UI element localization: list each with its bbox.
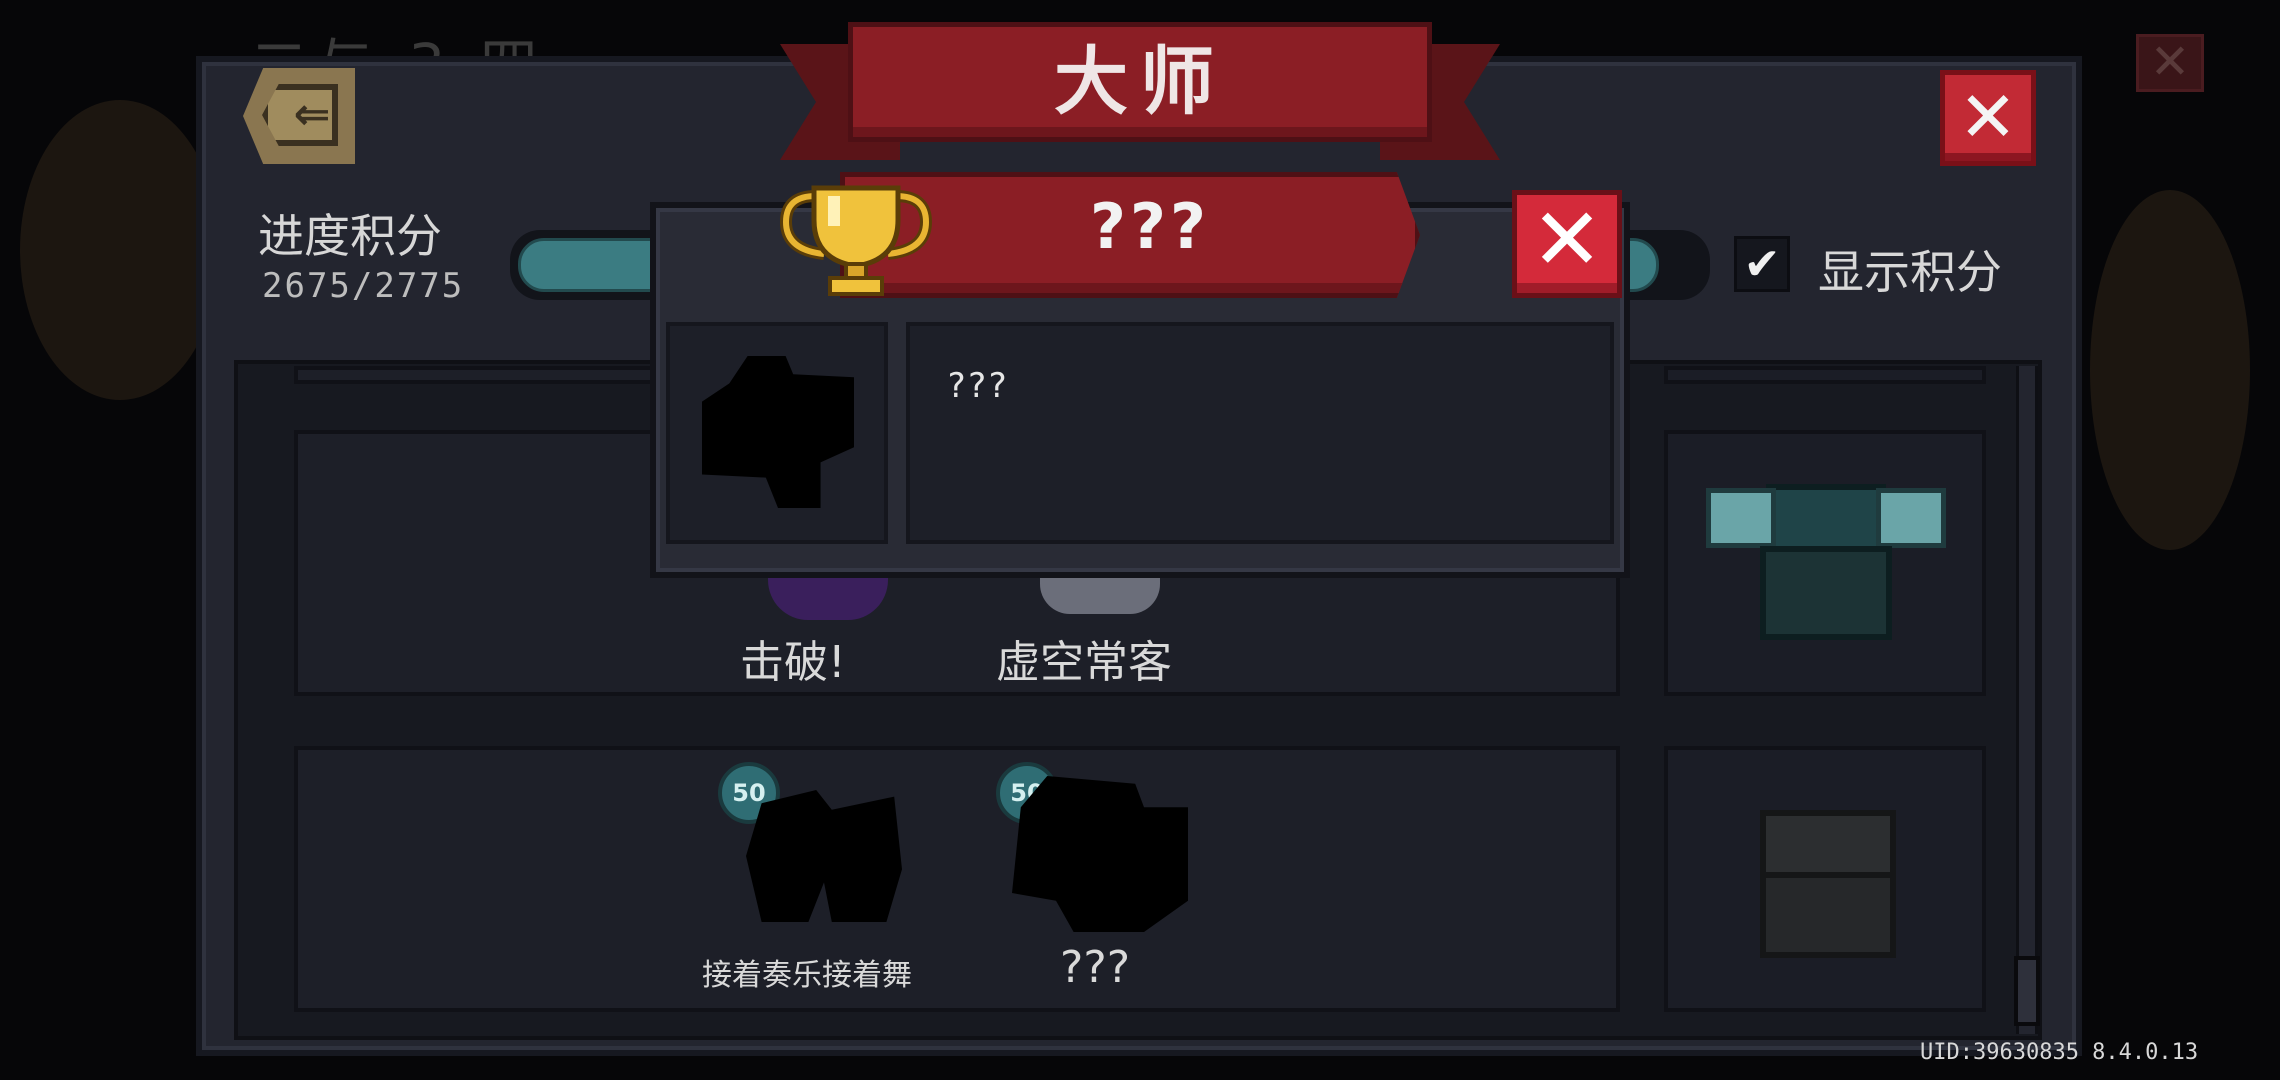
uid-version-label: UID:39630835 8.4.0.13 [1920, 1040, 2199, 1065]
page-title: 大师 [1054, 39, 1226, 125]
reward-card-partial [1664, 366, 1986, 384]
trophy-icon [779, 185, 933, 296]
popup-close-button[interactable]: ✕ [1512, 190, 1622, 298]
achievement-row [294, 746, 1620, 1012]
background-decoration [20, 100, 220, 400]
game-screen: 二与 3 四 ✕ ⇐ ✕ 大师 进度积分 2675/2775 ✔ 显示积分 击破… [0, 0, 2280, 1080]
achievement-name: ??? [1060, 942, 1131, 993]
popup-description-box [906, 322, 1614, 544]
progress-value: 2675/2775 [262, 266, 465, 306]
title-banner: 大师 [848, 22, 1432, 142]
grey-chest-icon [1760, 810, 1896, 958]
teal-chest-icon [1706, 484, 1946, 644]
achievement-icon-figure[interactable] [1040, 572, 1160, 614]
progress-label: 进度积分 [258, 209, 442, 263]
background-decoration [2090, 190, 2250, 550]
achievement-name: 击破! [740, 637, 846, 688]
show-points-checkbox[interactable]: ✔ [1734, 236, 1790, 292]
scrollbar-track[interactable] [2016, 366, 2038, 1034]
background-close-button: ✕ [2136, 34, 2204, 92]
achievement-name: 虚空常客 [996, 637, 1172, 688]
show-points-label[interactable]: 显示积分 [1818, 236, 2002, 302]
exit-door-icon: ⇐ [293, 89, 331, 140]
popup-description: ??? [946, 366, 1008, 406]
panel-close-button[interactable]: ✕ [1940, 70, 2036, 166]
popup-title: ??? [1090, 190, 1210, 263]
achievement-name: 接着奏乐接着舞 [702, 958, 912, 993]
scrollbar-thumb[interactable] [2014, 956, 2040, 1026]
